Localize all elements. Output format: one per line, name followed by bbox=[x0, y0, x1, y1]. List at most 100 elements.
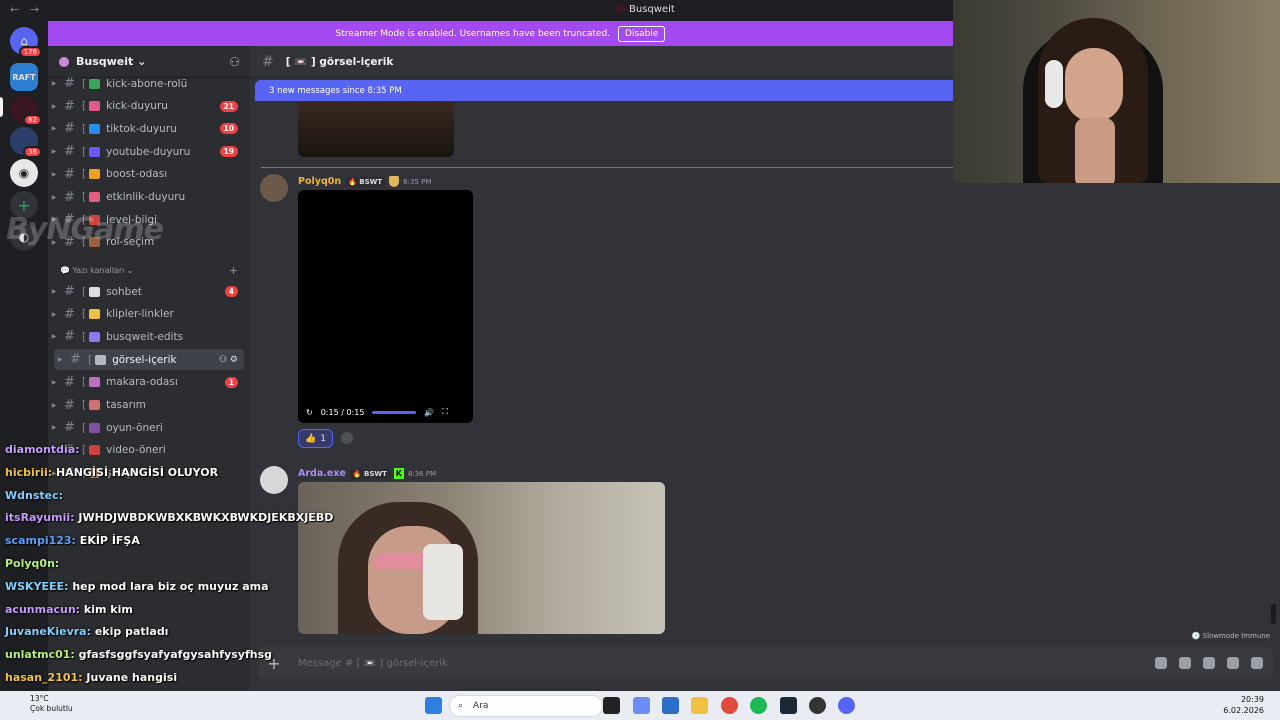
channel-item[interactable]: ▶ # [tiktok-duyuru 10 bbox=[48, 118, 244, 139]
channel-emoji-icon bbox=[89, 101, 101, 112]
previous-image-attachment[interactable] bbox=[298, 101, 454, 157]
channel-item[interactable]: ▶ # [görsel-içerik ⚇ ⚙ bbox=[54, 349, 244, 371]
channel-item[interactable]: ▶ # [oyun-öneri bbox=[48, 417, 244, 438]
collapse-arrow-icon[interactable]: ▶ bbox=[48, 103, 60, 110]
collapse-arrow-icon[interactable]: ▶ bbox=[48, 148, 60, 155]
server-busqweit-icon[interactable]: 62 bbox=[10, 95, 42, 126]
chat-text: JWHDJWBDKWBXKBWKXBWKDJEKBXJEBD bbox=[74, 511, 334, 525]
collapse-arrow-icon[interactable]: ▶ bbox=[54, 356, 66, 363]
store-icon[interactable] bbox=[662, 697, 679, 714]
channel-item[interactable]: ▶ # [makara-odası 1 bbox=[48, 372, 244, 393]
server-steam-icon[interactable]: ◉ bbox=[10, 159, 38, 187]
weather-temp: 13°C bbox=[30, 694, 49, 703]
username[interactable]: Polyq0n bbox=[298, 176, 341, 187]
channel-item[interactable]: ▶ # [tasarım bbox=[48, 395, 244, 416]
collapse-arrow-icon[interactable]: ▶ bbox=[48, 379, 60, 386]
emoji-icon[interactable] bbox=[1227, 657, 1239, 669]
channel-item[interactable]: ▶ # [kick-abone-rolü bbox=[48, 73, 244, 94]
avatar[interactable] bbox=[260, 466, 288, 494]
task-view-icon[interactable] bbox=[603, 697, 620, 714]
clan-tag[interactable]: 🔥 BSWT bbox=[349, 468, 390, 479]
chat-overlay-message: diamontdia: bbox=[5, 443, 80, 456]
collapse-arrow-icon[interactable]: ▶ bbox=[48, 311, 60, 318]
collapse-arrow-icon[interactable]: ▶ bbox=[48, 125, 60, 132]
scrollbar-thumb[interactable] bbox=[1271, 604, 1276, 624]
server-raft-icon[interactable]: RAFT bbox=[10, 63, 38, 91]
collapse-arrow-icon[interactable]: ▶ bbox=[48, 194, 60, 201]
channel-emoji-icon bbox=[89, 169, 101, 180]
channel-item[interactable]: ▶ # [youtube-duyuru 19 bbox=[48, 141, 244, 162]
channel-item[interactable]: ▶ # [klipler-linkler bbox=[48, 304, 244, 325]
channel-item[interactable]: ▶ # [kick-duyuru 21 bbox=[48, 96, 244, 117]
chrome-icon[interactable] bbox=[721, 697, 738, 714]
hash-icon: # bbox=[64, 329, 75, 345]
server-icon[interactable]: 36 bbox=[10, 127, 42, 158]
forward-arrow-icon[interactable]: → bbox=[30, 3, 39, 16]
gif-icon[interactable] bbox=[1179, 657, 1191, 669]
create-channel-icon[interactable]: + bbox=[229, 264, 238, 277]
collapse-arrow-icon[interactable]: ▶ bbox=[48, 424, 60, 431]
channel-sidebar: Busqweit ⌄ ⚇ ▶ #[kick-abone-rolü ▶ #[kick-d… bbox=[48, 46, 250, 691]
obs-icon[interactable] bbox=[809, 697, 826, 714]
bracket: [ bbox=[82, 421, 87, 434]
fullscreen-icon[interactable]: ⛶ bbox=[442, 407, 448, 417]
invite-people-icon[interactable]: ⚇ bbox=[229, 55, 240, 69]
weather-widget[interactable]: 13°C Çok bulutlu bbox=[30, 694, 73, 714]
webcam-neck bbox=[1075, 118, 1115, 183]
copilot-icon[interactable] bbox=[633, 697, 650, 714]
avatar[interactable] bbox=[260, 174, 288, 202]
collapse-arrow-icon[interactable]: ▶ bbox=[48, 333, 60, 340]
search-icon: ⌕ bbox=[458, 701, 464, 711]
back-arrow-icon[interactable]: ← bbox=[10, 3, 19, 16]
reaction-thumbs-up[interactable]: 👍 1 bbox=[298, 429, 333, 448]
channel-item[interactable]: ▶ # [etkinlik-duyuru bbox=[48, 187, 244, 208]
spotify-icon[interactable] bbox=[750, 697, 767, 714]
discord-home-icon[interactable]: ⌂ 176 bbox=[10, 27, 42, 58]
channel-label: klipler-linkler bbox=[106, 308, 174, 321]
message-input[interactable] bbox=[290, 657, 1155, 669]
channel-label: youtube-duyuru bbox=[106, 145, 191, 158]
steam-icon[interactable] bbox=[780, 697, 797, 714]
hash-icon: # bbox=[70, 352, 81, 368]
volume-slider[interactable] bbox=[372, 410, 417, 414]
apps-icon[interactable] bbox=[1251, 657, 1263, 669]
bracket: [ bbox=[82, 399, 87, 411]
replay-icon[interactable]: ↻ bbox=[306, 408, 313, 417]
channel-item[interactable]: ▶ # [busqweit-edits bbox=[48, 326, 244, 347]
timestamp: 8:35 PM bbox=[403, 177, 432, 186]
discord-icon[interactable] bbox=[838, 697, 855, 714]
video-attachment[interactable]: ↻ 0:15 / 0:15 🔊 ⛶ bbox=[298, 190, 473, 423]
add-reaction-icon[interactable] bbox=[341, 432, 353, 444]
taskbar-search[interactable]: ⌕ Ara bbox=[449, 695, 603, 717]
channel-item[interactable]: ▶ # [sohbet 4 bbox=[48, 281, 244, 302]
file-explorer-icon[interactable] bbox=[691, 697, 708, 714]
category-text-channels[interactable]: 💬 Yazı kanalları ⌄ bbox=[60, 266, 134, 275]
chat-text: HANGİSİ HANGİSİ OLUYOR bbox=[52, 465, 219, 479]
clan-tag[interactable]: 🔥 BSWT bbox=[345, 176, 386, 187]
collapse-arrow-icon[interactable]: ▶ bbox=[48, 402, 60, 409]
system-clock[interactable]: 20:39 6.02.2026 bbox=[1223, 694, 1264, 716]
unread-badge: 1 bbox=[224, 376, 238, 388]
image-attachment[interactable] bbox=[298, 482, 665, 634]
volume-icon[interactable]: 🔊 bbox=[424, 408, 434, 417]
hash-icon: # bbox=[64, 284, 75, 299]
window-title: Busqweit bbox=[616, 4, 675, 15]
chat-username: WSKYEEE: bbox=[5, 579, 69, 593]
collapse-arrow-icon[interactable]: ▶ bbox=[48, 288, 60, 295]
collapse-arrow-icon[interactable]: ▶ bbox=[48, 171, 60, 178]
chat-username: itsRayumii: bbox=[5, 511, 75, 525]
sticker-icon[interactable] bbox=[1203, 657, 1215, 669]
gift-icon[interactable] bbox=[1155, 657, 1167, 669]
hash-icon: # bbox=[64, 144, 75, 160]
collapse-arrow-icon[interactable]: ▶ bbox=[48, 80, 60, 87]
channel-item[interactable]: ▶ # [boost-odası bbox=[48, 164, 244, 185]
channel-settings-icon[interactable]: ⚇ ⚙ bbox=[219, 355, 238, 365]
windows-start-icon[interactable] bbox=[425, 697, 442, 714]
new-messages-bar[interactable]: 3 new messages since 8:35 PM bbox=[255, 80, 955, 101]
disable-streamer-mode-button[interactable]: Disable bbox=[618, 25, 666, 42]
unread-badge: 4 bbox=[224, 286, 238, 297]
channel-label: sohbet bbox=[106, 285, 142, 298]
channel-label: busqweit-edits bbox=[106, 330, 184, 343]
username[interactable]: Arda.exe bbox=[298, 468, 346, 479]
chat-overlay-message: unlatmc01: gfasfsggfsyafyafgysahfysyfhsg bbox=[5, 648, 272, 661]
